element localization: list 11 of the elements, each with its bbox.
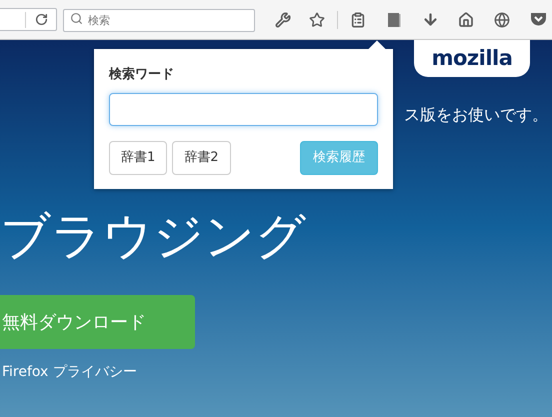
dictionary-button[interactable]: 辞書1 xyxy=(109,140,168,174)
headline: ブラウジング xyxy=(0,207,306,265)
search-word-field[interactable] xyxy=(109,92,378,126)
search-field[interactable]: 検索 xyxy=(63,9,255,32)
search-icon xyxy=(70,12,83,25)
privacy-link[interactable]: Firefox プライバシー xyxy=(2,364,137,380)
dictionary-button[interactable]: 辞書2 xyxy=(172,140,231,174)
address-bar[interactable] xyxy=(0,8,57,31)
search-word-label: 検索ワード xyxy=(109,66,175,84)
mozilla-logo[interactable]: mozilla xyxy=(414,40,530,77)
version-notice: ス版をお使いです。 xyxy=(404,104,548,126)
